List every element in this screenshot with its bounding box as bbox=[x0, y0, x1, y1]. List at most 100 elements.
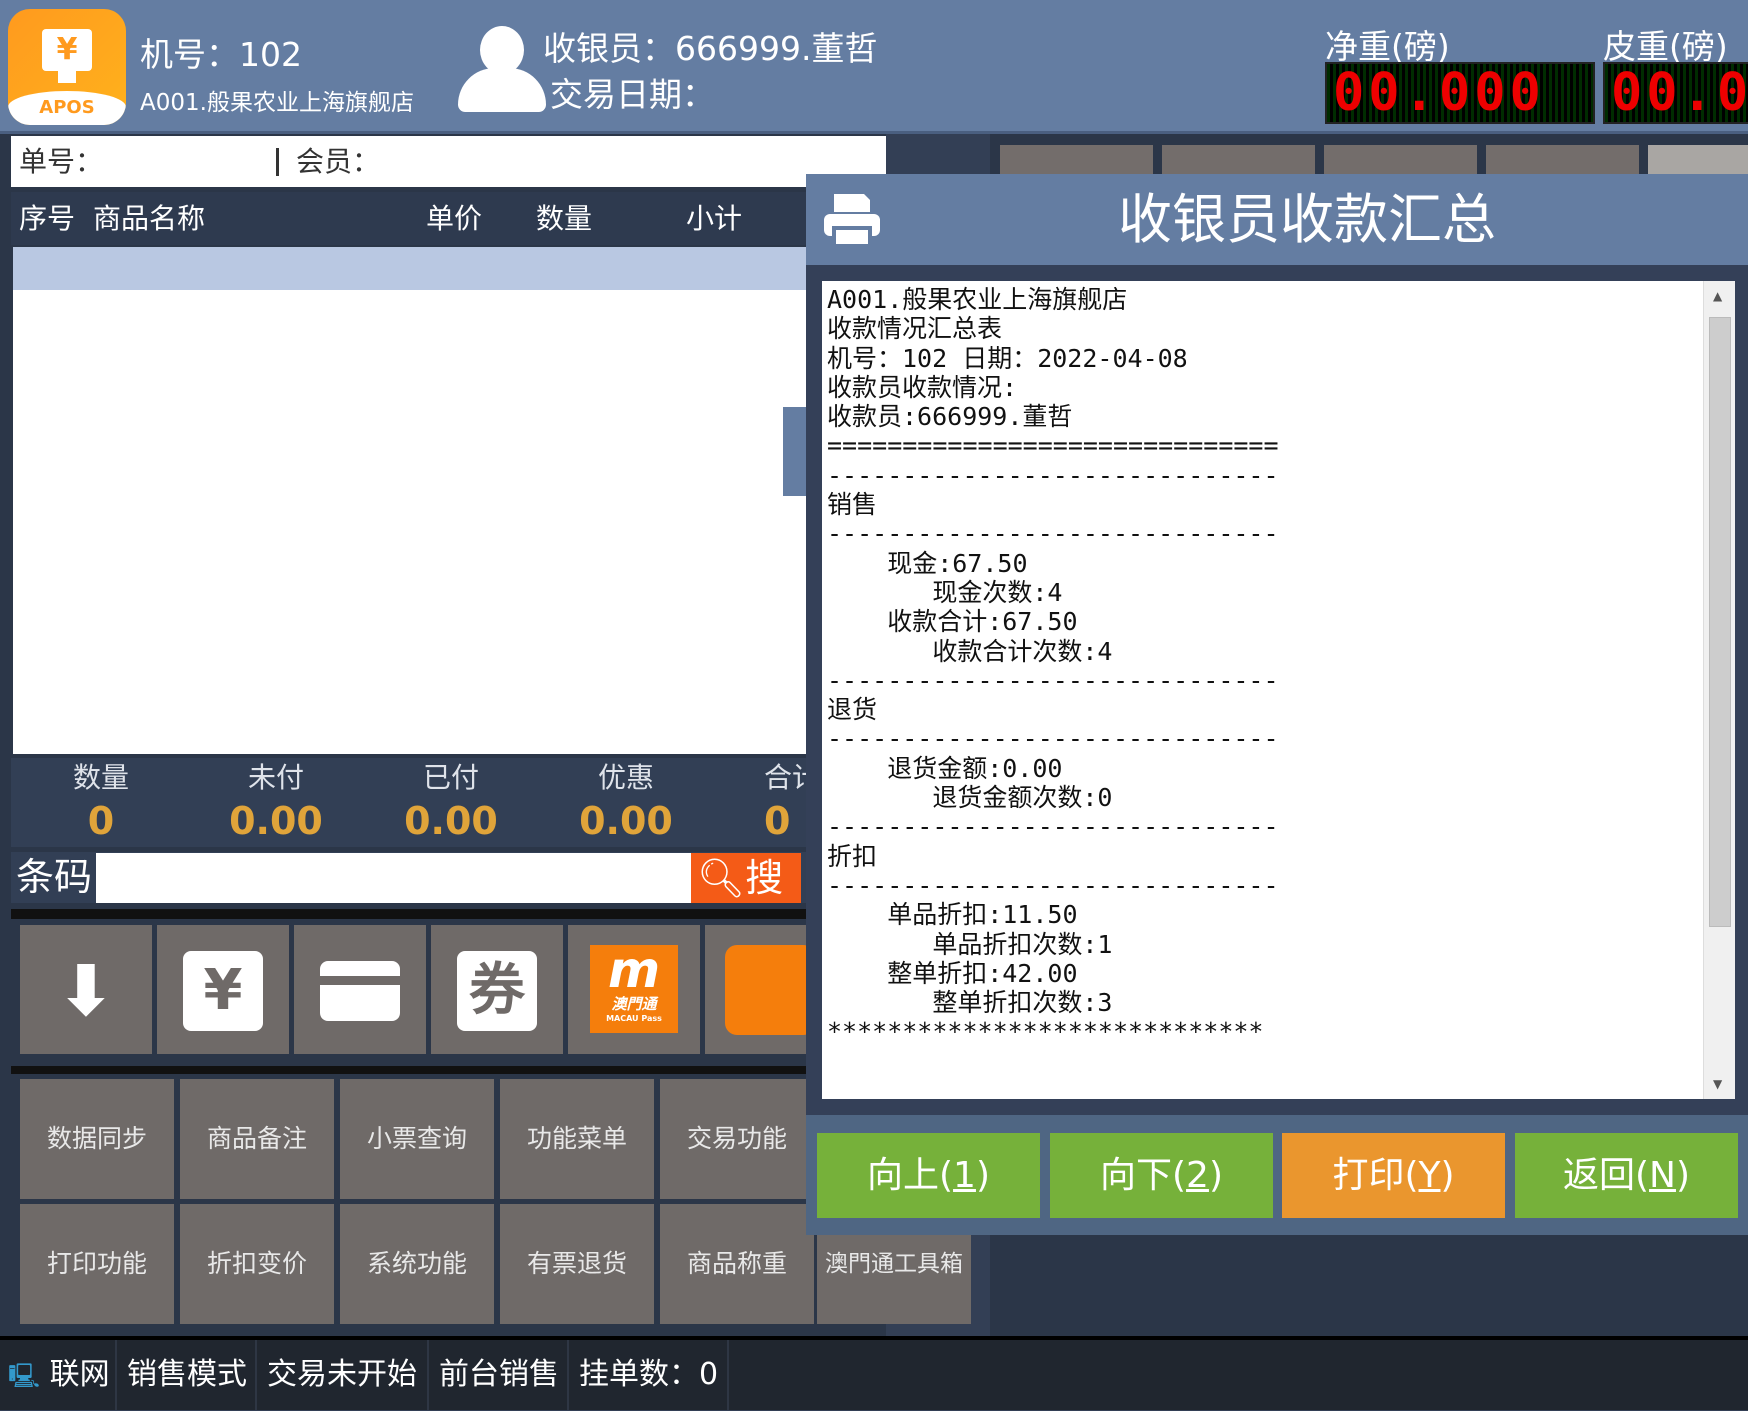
pay-other-button[interactable] bbox=[705, 925, 806, 1054]
receipt-line: 收款合计次数:4 bbox=[827, 636, 1113, 666]
receipt-line: ***************************** bbox=[827, 1017, 1264, 1047]
pay-cash-in-button[interactable]: ⬇ bbox=[20, 925, 152, 1054]
card-icon bbox=[320, 961, 400, 1021]
receipt-line: 现金:67.50 bbox=[827, 548, 1028, 578]
receipt-line: ------------------------------ bbox=[827, 519, 1279, 549]
top-header: ¥ APOS 机号：102 A001.般果农业上海旗舰店 收银员：666999.… bbox=[0, 0, 1748, 134]
fn-weigh[interactable]: 商品称重 bbox=[660, 1204, 814, 1324]
receipt-line: ------------------------------ bbox=[827, 665, 1279, 695]
monitor-stand bbox=[58, 71, 76, 83]
total-sum: 合计0 bbox=[764, 761, 806, 843]
sales-panel: 单号： 会员： 序号 商品名称 单价 数量 小计 数量 0 未付 0.00 已付 0.… bbox=[0, 134, 971, 1336]
table-header: 序号 商品名称 单价 数量 小计 bbox=[11, 192, 806, 245]
scrollbar[interactable]: ▲ ▼ bbox=[1703, 281, 1735, 1099]
pay-macau-pass-button[interactable]: m 澳門通 MACAU Pass bbox=[568, 925, 700, 1054]
pay-coupon-button[interactable]: 券 bbox=[431, 925, 563, 1054]
trade-date-label: 交易日期： bbox=[550, 75, 715, 114]
barcode-label: 条码 bbox=[16, 855, 93, 899]
page-down-button[interactable]: 向下(2) bbox=[1050, 1133, 1273, 1218]
receipt-line: 整单折扣次数:3 bbox=[827, 988, 1113, 1018]
receipt-line: 单品折扣次数:1 bbox=[827, 929, 1113, 959]
receipt-line: A001.般果农业上海旗舰店 bbox=[827, 285, 1128, 314]
receipt-line: 收款合计:67.50 bbox=[827, 607, 1078, 637]
panel-toggle-tab[interactable] bbox=[783, 407, 806, 496]
print-button[interactable]: 打印(Y) bbox=[1282, 1133, 1505, 1218]
receipt-line: ------------------------------ bbox=[827, 812, 1279, 842]
fn-data-sync[interactable]: 数据同步 bbox=[20, 1079, 174, 1199]
selected-row[interactable] bbox=[13, 247, 806, 290]
total-paid: 已付 0.00 bbox=[404, 761, 498, 843]
network-icon: 🖳 bbox=[8, 1362, 41, 1390]
receipt-line: 退货金额次数:0 bbox=[827, 783, 1113, 813]
machine-number: 机号：102 bbox=[140, 35, 302, 74]
receipt-line: 机号：102 日期：2022-04-08 bbox=[827, 343, 1188, 373]
dialog-title-bar: 收银员收款汇总 bbox=[806, 174, 1748, 265]
dialog-button-row: 向上(1) 向下(2) 打印(Y) 返回(N) bbox=[806, 1115, 1748, 1235]
fn-item-note[interactable]: 商品备注 bbox=[180, 1079, 334, 1199]
net-weight-label: 净重(磅) bbox=[1325, 27, 1450, 66]
cashier-label: 收银员：666999.董哲 bbox=[543, 29, 878, 68]
receipt-view[interactable]: A001.般果农业上海旗舰店 收款情况汇总表 机号：102 日期：2022-04-0… bbox=[822, 281, 1735, 1099]
receipt-line: 退货金额:0.00 bbox=[827, 753, 1063, 783]
barcode-row: 条码 🔍︎搜 bbox=[11, 852, 806, 903]
pay-card-button[interactable] bbox=[294, 925, 426, 1054]
scroll-down-icon[interactable]: ▼ bbox=[1713, 1077, 1722, 1091]
receipt-line: 整单折扣:42.00 bbox=[827, 958, 1078, 988]
monitor-yen-icon: ¥ bbox=[42, 29, 92, 71]
scroll-thumb[interactable] bbox=[1709, 317, 1731, 927]
fn-system[interactable]: 系统功能 bbox=[340, 1204, 494, 1324]
col-subtotal: 小计 bbox=[686, 202, 743, 235]
receipt-line: ============================== bbox=[827, 431, 1279, 461]
coupon-icon: 券 bbox=[457, 951, 537, 1031]
pay-cash-button[interactable]: ¥ bbox=[157, 925, 289, 1054]
total-qty: 数量 0 bbox=[72, 761, 129, 843]
status-trade: 交易未开始 bbox=[257, 1340, 429, 1410]
search-icon: 🔍︎ bbox=[697, 856, 746, 900]
orange-pay-icon bbox=[725, 945, 806, 1035]
status-mode: 销售模式 bbox=[117, 1340, 257, 1410]
barcode-input[interactable] bbox=[96, 853, 691, 903]
receipt-line: ------------------------------ bbox=[827, 724, 1279, 754]
col-seq: 序号 bbox=[19, 202, 76, 235]
fn-return-with-receipt[interactable]: 有票退货 bbox=[500, 1204, 654, 1324]
fn-trade-functions[interactable]: 交易功能 bbox=[660, 1079, 814, 1199]
col-price: 单价 bbox=[426, 202, 483, 235]
return-button[interactable]: 返回(N) bbox=[1515, 1133, 1738, 1218]
status-network: 🖳 联网 bbox=[0, 1340, 117, 1410]
cashier-summary-dialog: 收银员收款汇总 A001.般果农业上海旗舰店 收款情况汇总表 机号：102 日期：2… bbox=[806, 174, 1748, 1235]
receipt-line: 折扣 bbox=[827, 841, 878, 871]
status-held-orders: 挂单数：0 bbox=[569, 1340, 729, 1410]
col-qty: 数量 bbox=[536, 202, 593, 235]
fn-print[interactable]: 打印功能 bbox=[20, 1204, 174, 1324]
status-bar: 🖳 联网 销售模式 交易未开始 前台销售 挂单数：0 bbox=[0, 1336, 1748, 1410]
order-info-bar: 单号： 会员： bbox=[11, 136, 886, 187]
receipt-line: 销售 bbox=[827, 490, 878, 520]
receipt-line: 现金次数:4 bbox=[827, 577, 1063, 607]
logo-text: APOS bbox=[39, 97, 95, 118]
member-label: 会员： bbox=[296, 145, 381, 178]
tare-weight-label: 皮重(磅) bbox=[1603, 27, 1728, 66]
search-label: 搜 bbox=[745, 856, 784, 900]
total-discount: 优惠 0.00 bbox=[579, 761, 673, 843]
search-button[interactable]: 🔍︎搜 bbox=[691, 853, 801, 903]
fn-discount-price[interactable]: 折扣变价 bbox=[180, 1204, 334, 1324]
item-list[interactable] bbox=[13, 290, 806, 754]
order-number-label: 单号： bbox=[19, 145, 104, 178]
receipt-line: 收款情况汇总表 bbox=[827, 314, 1003, 344]
col-name: 商品名称 bbox=[93, 202, 206, 235]
page-up-button[interactable]: 向上(1) bbox=[817, 1133, 1040, 1218]
receipt-text: A001.般果农业上海旗舰店 收款情况汇总表 机号：102 日期：2022-04-0… bbox=[827, 285, 1279, 1047]
scroll-up-icon[interactable]: ▲ bbox=[1713, 289, 1722, 303]
tare-weight-display: 00.000 bbox=[1603, 62, 1748, 124]
user-icon bbox=[458, 26, 548, 114]
yen-download-icon: ⬇ bbox=[56, 950, 116, 1032]
fn-function-menu[interactable]: 功能菜单 bbox=[500, 1079, 654, 1199]
net-weight-display: 00.000 bbox=[1325, 62, 1595, 124]
totals-bar: 数量0 未付0.00 已付0.00 优惠0.00 合计0 bbox=[11, 758, 806, 847]
dialog-title: 收银员收款汇总 bbox=[1118, 188, 1496, 251]
receipt-line: 收款员收款情况: bbox=[827, 372, 1018, 402]
receipt-line: 收款员:666999.董哲 bbox=[827, 402, 1073, 432]
receipt-line: 退货 bbox=[827, 695, 878, 725]
fn-receipt-query[interactable]: 小票查询 bbox=[340, 1079, 494, 1199]
store-name: A001.般果农业上海旗舰店 bbox=[140, 90, 414, 116]
